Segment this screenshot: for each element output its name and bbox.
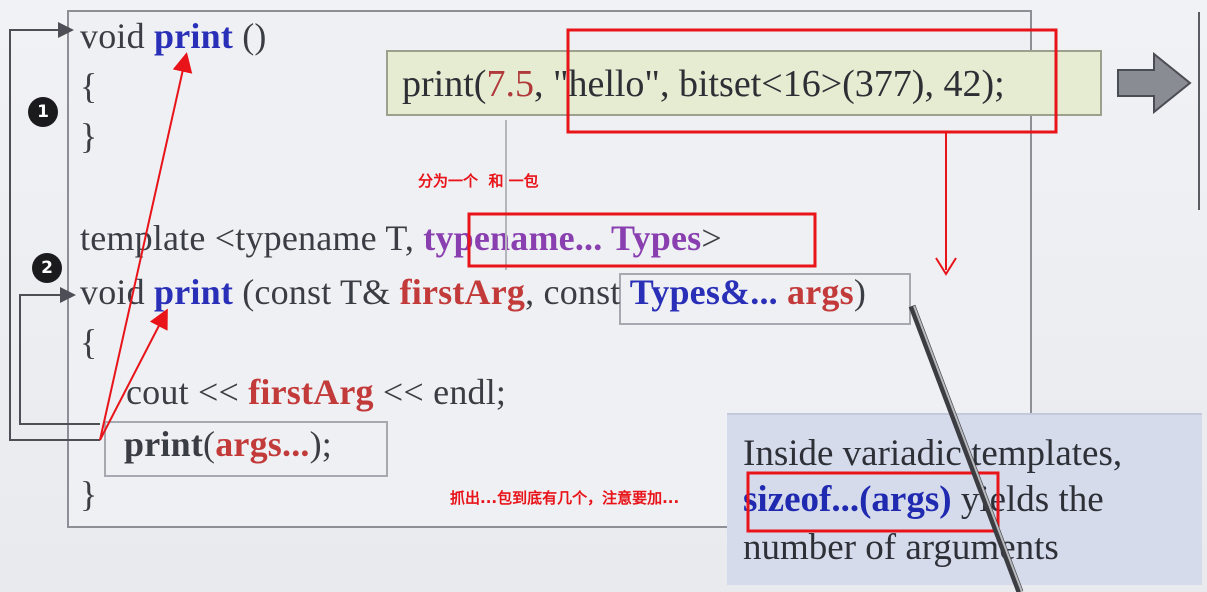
flow-arrow-1 <box>58 22 74 38</box>
highlight-call-args <box>566 28 1058 134</box>
annotation-overlay <box>9 22 1058 592</box>
highlight-typename-pack <box>467 212 817 268</box>
pointer-stick <box>908 304 1024 592</box>
flow-lines <box>9 29 100 441</box>
arrow-to-print-variadic <box>99 308 168 441</box>
arrow-to-print-base <box>99 52 193 441</box>
highlight-sizeof <box>746 471 1000 533</box>
flow-arrow-2 <box>60 287 76 303</box>
